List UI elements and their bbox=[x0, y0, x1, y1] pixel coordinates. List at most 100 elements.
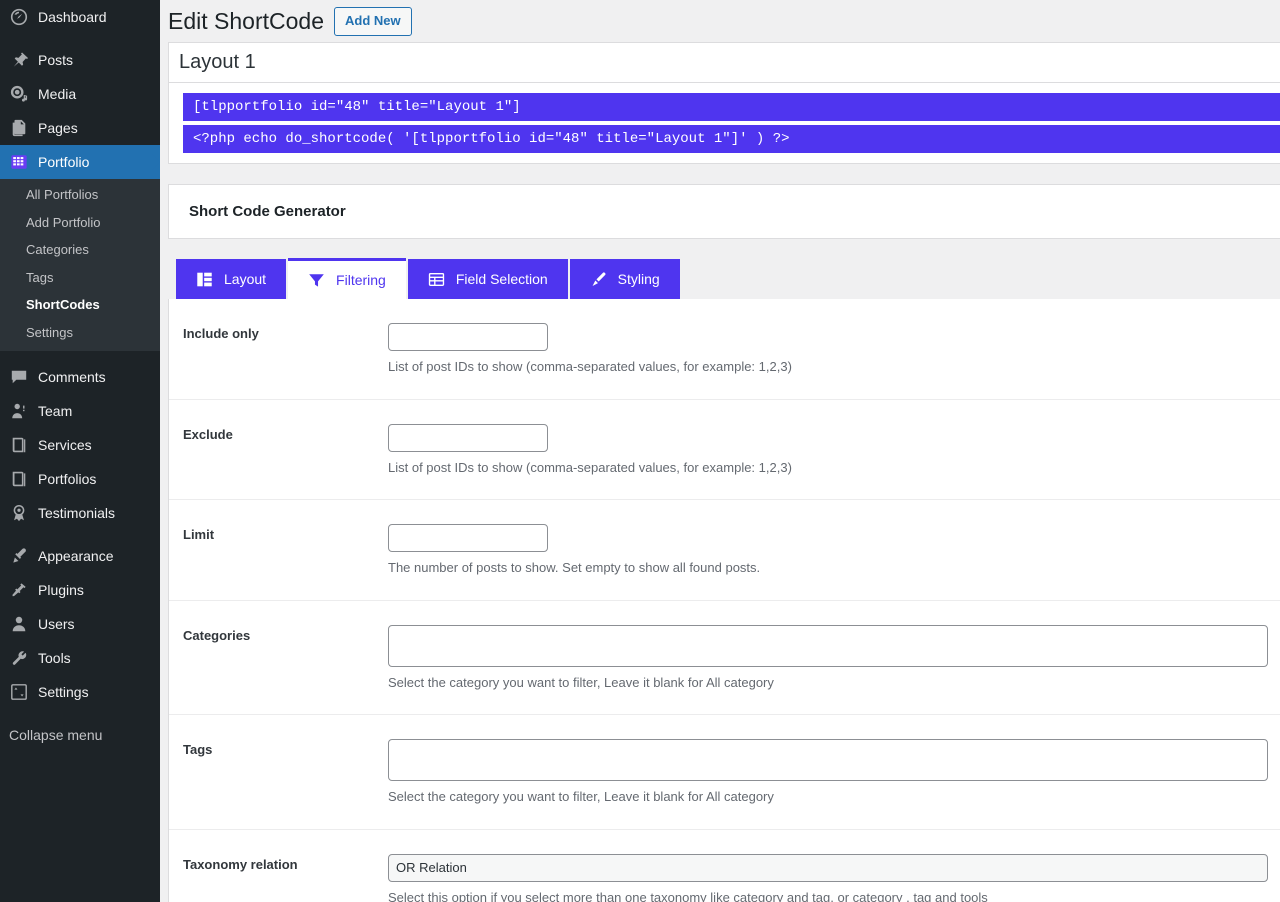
page-wrap: Edit ShortCode Add New [tlpportfolio id=… bbox=[160, 0, 1280, 902]
wrench-icon bbox=[9, 648, 29, 668]
shortcode-title-input[interactable] bbox=[169, 43, 1280, 82]
menu-separator bbox=[0, 530, 160, 539]
form-row-categories: Categories Select the category you want t… bbox=[169, 601, 1280, 715]
layout-icon bbox=[196, 271, 213, 288]
limit-input[interactable] bbox=[388, 524, 548, 552]
collapse-menu-label: Collapse menu bbox=[9, 726, 103, 743]
sidebar-item-label: Testimonials bbox=[38, 504, 116, 521]
limit-help: The number of posts to show. Set empty t… bbox=[388, 560, 761, 575]
filtering-form-panel: Include only List of post IDs to show (co… bbox=[168, 299, 1280, 902]
tab-styling[interactable]: Styling bbox=[569, 259, 680, 299]
sidebar-item-appearance[interactable]: Appearance bbox=[0, 539, 160, 573]
generator-heading: Short Code Generator bbox=[169, 185, 1280, 238]
sidebar-item-label: Settings bbox=[38, 683, 89, 700]
menu-separator bbox=[0, 709, 160, 718]
page-header: Edit ShortCode Add New bbox=[168, 0, 1280, 42]
generator-heading-panel: Short Code Generator bbox=[168, 184, 1280, 239]
include-only-label: Include only bbox=[183, 326, 259, 341]
sidebar-item-label: Pages bbox=[38, 120, 78, 136]
submenu-item-add-portfolio[interactable]: Add Portfolio bbox=[0, 209, 160, 237]
sidebar-item-media[interactable]: Media bbox=[0, 77, 160, 111]
categories-help: Select the category you want to filter, … bbox=[388, 674, 774, 690]
paintbrush-icon bbox=[590, 271, 607, 288]
sidebar-item-tools[interactable]: Tools bbox=[0, 641, 160, 675]
exclude-input[interactable] bbox=[388, 423, 548, 452]
submenu-item-shortcodes[interactable]: ShortCodes bbox=[0, 291, 160, 319]
portfolio-submenu: All Portfolios Add Portfolio Categories Tag… bbox=[0, 179, 160, 351]
sidebar-item-dashboard[interactable]: Dashboard bbox=[0, 0, 160, 34]
tab-label: Layout bbox=[224, 271, 267, 287]
user-icon bbox=[9, 614, 29, 634]
admin-sidebar: Dashboard Posts Media Pages Portfolio All Por… bbox=[0, 0, 160, 902]
pin-icon bbox=[9, 50, 29, 70]
tab-label: Filtering bbox=[336, 272, 386, 288]
generator-tabs: Layout Filtering Field Selection Styling bbox=[168, 257, 1280, 299]
sidebar-item-posts[interactable]: Posts bbox=[0, 43, 160, 77]
sidebar-item-label: Portfolios bbox=[38, 470, 97, 487]
shortcode-line-php[interactable]: <?php echo do_shortcode( '[tlpportfolio … bbox=[183, 125, 1280, 153]
tags-label: Tags bbox=[183, 742, 213, 757]
form-row-taxonomy-relation: Taxonomy relation OR RelationAND Relation… bbox=[169, 830, 1280, 902]
form-row-tags: Tags Select the category you want to filt… bbox=[169, 715, 1280, 830]
submenu-item-categories[interactable]: Categories bbox=[0, 236, 160, 264]
categories-multiselect[interactable] bbox=[388, 624, 1268, 667]
sidebar-item-pages[interactable]: Pages bbox=[0, 111, 160, 145]
shortcode-display-box: [tlpportfolio id="48" title="Layout 1"] … bbox=[168, 83, 1280, 164]
sidebar-item-settings[interactable]: Settings bbox=[0, 675, 160, 709]
submenu-item-tags[interactable]: Tags bbox=[0, 264, 160, 292]
tab-layout[interactable]: Layout bbox=[176, 259, 287, 299]
sidebar-item-label: Posts bbox=[38, 52, 74, 68]
tab-field-selection[interactable]: Field Selection bbox=[407, 259, 568, 299]
tab-filtering[interactable]: Filtering bbox=[288, 258, 406, 299]
include-only-help: List of post IDs to show (comma-separate… bbox=[388, 359, 792, 374]
include-only-control: List of post IDs to show (comma-separate… bbox=[388, 323, 1280, 377]
sidebar-item-comments[interactable]: Comments bbox=[0, 360, 160, 394]
sidebar-item-label: Media bbox=[38, 86, 77, 102]
award-icon bbox=[9, 503, 29, 523]
tags-multiselect[interactable] bbox=[388, 739, 1268, 781]
sidebar-item-label: Services bbox=[38, 436, 92, 453]
sidebar-item-portfolio[interactable]: Portfolio bbox=[0, 145, 160, 179]
tab-label: Field Selection bbox=[455, 271, 548, 287]
sidebar-item-testimonials[interactable]: Testimonials bbox=[0, 496, 160, 530]
menu-separator bbox=[0, 34, 160, 43]
sidebar-item-label: Tools bbox=[38, 649, 71, 666]
tab-label: Styling bbox=[617, 271, 660, 287]
include-only-input[interactable] bbox=[388, 323, 548, 351]
collapse-menu-button[interactable]: Collapse menu bbox=[0, 718, 160, 759]
form-row-include-only: Include only List of post IDs to show (co… bbox=[169, 299, 1280, 400]
exclude-label: Exclude bbox=[183, 426, 233, 442]
submenu-item-settings[interactable]: Settings bbox=[0, 319, 160, 347]
sidebar-item-team[interactable]: Team bbox=[0, 394, 160, 428]
sidebar-item-label: Plugins bbox=[38, 581, 84, 598]
portfolio-grid-icon bbox=[9, 152, 29, 172]
submenu-item-all-portfolios[interactable]: All Portfolios bbox=[0, 181, 160, 209]
tags-control: Select the category you want to filter, … bbox=[388, 739, 1280, 807]
sidebar-item-label: Dashboard bbox=[38, 9, 107, 25]
exclude-help: List of post IDs to show (comma-separate… bbox=[388, 459, 792, 475]
sidebar-item-plugins[interactable]: Plugins bbox=[0, 573, 160, 607]
categories-label: Categories bbox=[183, 627, 251, 643]
categories-control: Select the category you want to filter, … bbox=[388, 624, 1280, 693]
sidebar-item-label: Team bbox=[38, 402, 73, 419]
taxonomy-relation-label: Taxonomy relation bbox=[183, 856, 298, 872]
dashboard-icon bbox=[9, 7, 29, 27]
book-icon bbox=[9, 435, 29, 455]
pages-icon bbox=[9, 118, 29, 138]
shortcode-line-tag[interactable]: [tlpportfolio id="48" title="Layout 1"] bbox=[183, 93, 1280, 121]
page-title: Edit ShortCode bbox=[168, 7, 324, 34]
sidebar-item-label: Appearance bbox=[38, 547, 114, 564]
taxonomy-relation-select[interactable]: OR RelationAND Relation bbox=[388, 853, 1268, 882]
limit-label: Limit bbox=[183, 527, 215, 542]
taxonomy-relation-control: OR RelationAND Relation Select this optio… bbox=[388, 853, 1280, 902]
limit-control: The number of posts to show. Set empty t… bbox=[388, 524, 1280, 578]
table-icon bbox=[428, 271, 445, 288]
add-new-button[interactable]: Add New bbox=[333, 6, 412, 37]
tags-help: Select the category you want to filter, … bbox=[388, 789, 774, 804]
sidebar-item-users[interactable]: Users bbox=[0, 607, 160, 641]
sliders-icon bbox=[9, 682, 29, 702]
form-row-exclude: Exclude List of post IDs to show (comma-s… bbox=[169, 400, 1280, 500]
sidebar-item-portfolios[interactable]: Portfolios bbox=[0, 462, 160, 496]
media-icon bbox=[9, 84, 29, 104]
sidebar-item-services[interactable]: Services bbox=[0, 428, 160, 462]
